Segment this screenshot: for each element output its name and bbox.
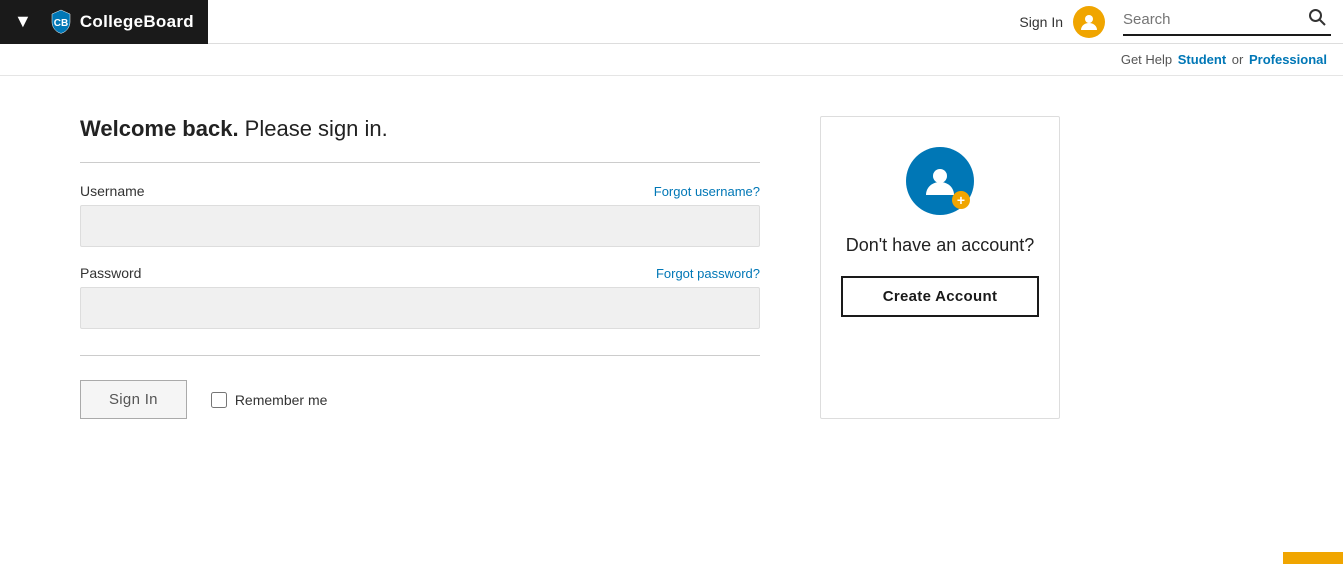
signin-nav-link[interactable]: Sign In xyxy=(1019,14,1063,30)
main-content: Welcome back. Please sign in. Username F… xyxy=(0,76,1343,459)
username-input[interactable] xyxy=(80,205,760,247)
student-help-link[interactable]: Student xyxy=(1178,52,1226,67)
remember-me-label: Remember me xyxy=(235,392,328,408)
password-label: Password xyxy=(80,265,141,281)
professional-help-link[interactable]: Professional xyxy=(1249,52,1327,67)
search-icon xyxy=(1307,7,1327,27)
search-input[interactable] xyxy=(1123,11,1303,28)
welcome-rest: Please sign in. xyxy=(239,116,388,141)
welcome-bold: Welcome back. xyxy=(80,116,239,141)
password-input[interactable] xyxy=(80,287,760,329)
yellow-accent-bar xyxy=(1283,552,1343,564)
svg-text:CB: CB xyxy=(54,18,68,29)
chevron-down-icon: ▼ xyxy=(14,11,32,32)
logo-text: CollegeBoard xyxy=(80,12,194,32)
user-plus-icon xyxy=(922,163,958,199)
forgot-username-link[interactable]: Forgot username? xyxy=(654,184,760,199)
or-separator: or xyxy=(1232,52,1244,67)
create-account-icon: + xyxy=(906,147,974,215)
password-field-row: Password Forgot password? xyxy=(80,265,760,281)
search-button[interactable] xyxy=(1303,7,1331,32)
remember-me-checkbox[interactable] xyxy=(211,392,227,408)
welcome-title: Welcome back. Please sign in. xyxy=(80,116,760,142)
create-account-button[interactable]: Create Account xyxy=(841,276,1039,317)
nav-dropdown-button[interactable]: ▼ xyxy=(0,0,46,44)
forgot-password-link[interactable]: Forgot password? xyxy=(656,266,760,281)
navbar: ▼ CB CollegeBoard Sign In xyxy=(0,0,1343,44)
navbar-left: ▼ CB CollegeBoard xyxy=(0,0,208,44)
no-account-text: Don't have an account? xyxy=(846,233,1035,258)
shield-icon: CB xyxy=(50,9,72,35)
remember-me-row: Remember me xyxy=(211,392,328,408)
user-avatar-icon[interactable] xyxy=(1073,6,1105,38)
college-board-logo: CB CollegeBoard xyxy=(46,0,208,44)
username-label: Username xyxy=(80,183,145,199)
get-help-text: Get Help xyxy=(1121,52,1172,67)
user-icon xyxy=(1080,13,1098,31)
bottom-divider xyxy=(80,355,760,356)
navbar-right: Sign In xyxy=(1019,6,1331,38)
top-divider xyxy=(80,162,760,163)
form-section: Welcome back. Please sign in. Username F… xyxy=(80,116,760,419)
create-account-card: + Don't have an account? Create Account xyxy=(820,116,1060,419)
search-bar xyxy=(1123,7,1331,36)
username-field-row: Username Forgot username? xyxy=(80,183,760,199)
signin-button[interactable]: Sign In xyxy=(80,380,187,419)
actions-row: Sign In Remember me xyxy=(80,380,760,419)
subbar: Get Help Student or Professional xyxy=(0,44,1343,76)
plus-badge: + xyxy=(952,191,970,209)
